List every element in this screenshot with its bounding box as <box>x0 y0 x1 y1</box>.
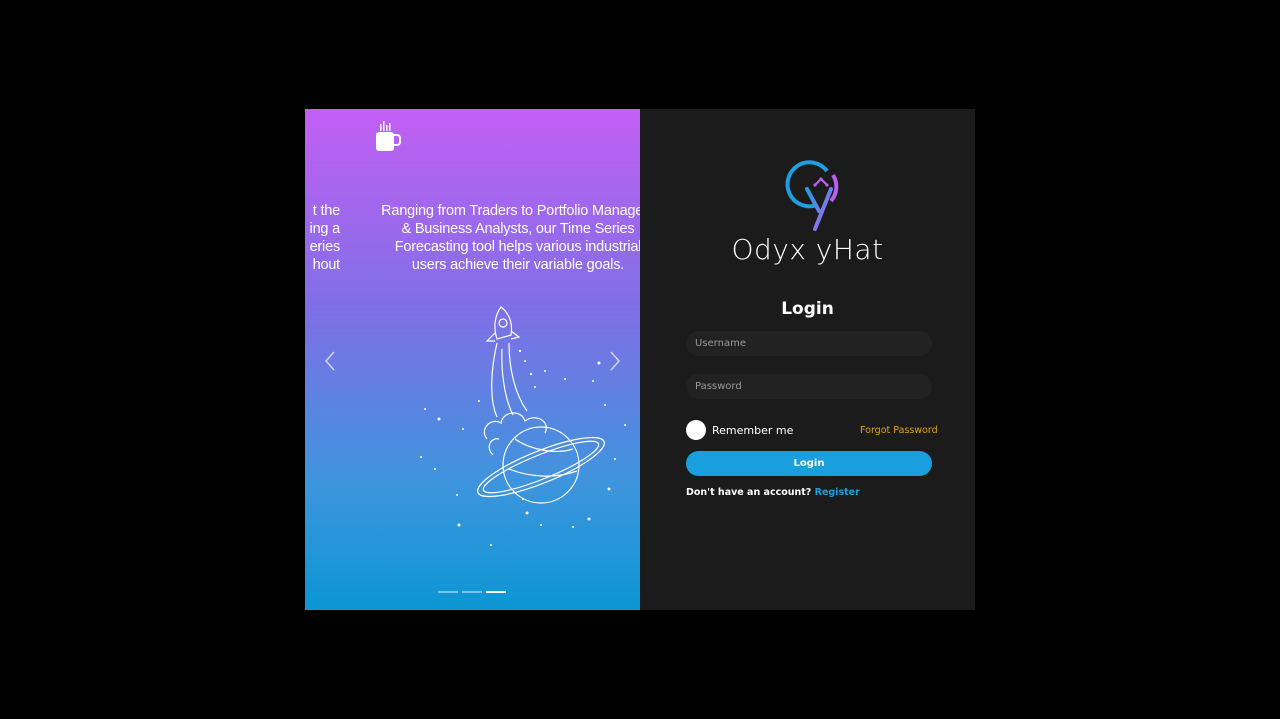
remember-me-label: Remember me <box>712 423 794 437</box>
login-button[interactable]: Login <box>686 451 932 476</box>
no-account-text: Don't have an account? <box>686 487 812 498</box>
brand-name: Odyx yHat <box>731 233 884 266</box>
forgot-password-link[interactable]: Forgot Password <box>860 425 938 436</box>
coffee-mug-icon <box>376 121 401 151</box>
carousel-indicator-2[interactable] <box>462 591 482 593</box>
login-card: t the ing a eries hout Ranging from Trad… <box>305 109 975 610</box>
password-input[interactable] <box>686 374 932 399</box>
login-title: Login <box>781 299 834 319</box>
register-link[interactable]: Register <box>815 487 860 498</box>
login-panel: Odyx yHat Login <box>640 109 975 610</box>
remember-me-toggle[interactable] <box>686 420 706 440</box>
chevron-left-icon[interactable] <box>320 349 340 373</box>
carousel-indicator-1[interactable] <box>438 591 458 593</box>
feature-carousel: t the ing a eries hout Ranging from Trad… <box>305 109 640 610</box>
carousel-indicator-3[interactable] <box>486 591 506 593</box>
rocket-planet-illustration <box>420 306 626 546</box>
register-row: Don't have an account? Register <box>686 487 860 498</box>
previous-slide-text: t the ing a eries hout <box>309 203 341 273</box>
username-input[interactable] <box>686 331 932 356</box>
odyx-yhat-logo <box>785 160 839 231</box>
current-slide-text: Ranging from Traders to Portfolio Manage… <box>381 203 640 273</box>
remember-me: Remember me <box>686 420 793 440</box>
carousel-indicators <box>438 591 506 593</box>
